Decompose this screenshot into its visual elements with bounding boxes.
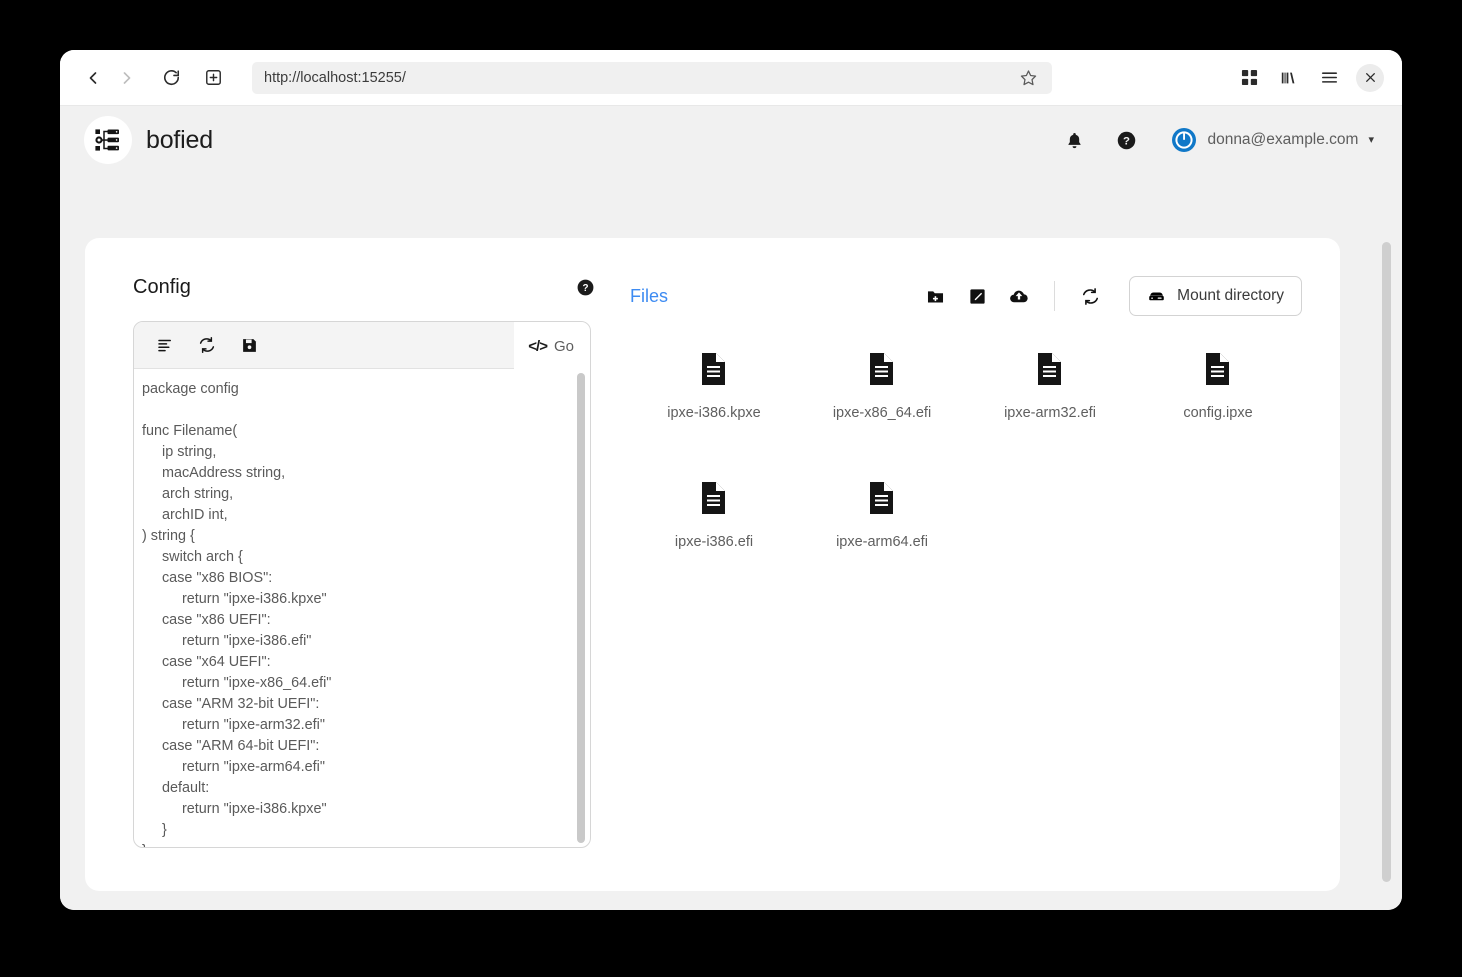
back-button[interactable]: [76, 61, 110, 95]
save-floppy-icon: [242, 338, 256, 352]
config-help-button[interactable]: ?: [576, 278, 595, 297]
browser-menu-button[interactable]: [1312, 61, 1346, 95]
file-document-icon: [870, 353, 893, 385]
avatar: [1171, 127, 1197, 153]
editor-scrollbar[interactable]: [577, 373, 585, 843]
chevron-right-icon: [123, 71, 131, 84]
refresh-config-button[interactable]: [192, 330, 222, 360]
file-name: ipxe-arm32.efi: [1004, 405, 1096, 421]
hard-drive-icon: [1149, 292, 1164, 300]
help-circle-icon: ?: [1117, 131, 1136, 149]
help-circle-icon: ?: [577, 279, 594, 296]
file-name: ipxe-x86_64.efi: [832, 405, 932, 421]
help-button[interactable]: ?: [1113, 127, 1139, 153]
url-text[interactable]: http://localhost:15255/: [264, 70, 1016, 86]
star-icon: [1020, 70, 1036, 86]
library-icon: [1281, 72, 1295, 83]
bofied-logo-icon: [95, 129, 119, 151]
new-tab-button[interactable]: [196, 61, 230, 95]
close-window-button[interactable]: [1356, 63, 1384, 92]
svg-text:?: ?: [1123, 135, 1130, 147]
address-bar[interactable]: http://localhost:15255/: [252, 61, 1052, 94]
config-editor: </> Go package config func Filename( ip …: [133, 321, 591, 848]
cloud-upload-icon: [1010, 290, 1028, 303]
refresh-files-button[interactable]: [1069, 279, 1111, 313]
file-name: config.ipxe: [1183, 405, 1253, 421]
save-config-button[interactable]: [234, 330, 264, 360]
page-title: Config: [133, 276, 191, 298]
folder-plus-icon: [927, 290, 943, 302]
file-name: ipxe-i386.kpxe: [667, 405, 761, 421]
file-document-icon: [1038, 353, 1061, 385]
bell-icon: [1068, 132, 1081, 148]
mount-directory-button[interactable]: Mount directory: [1129, 276, 1302, 316]
new-folder-button[interactable]: [914, 279, 956, 313]
language-tab-go[interactable]: </> Go: [514, 322, 590, 370]
pencil-square-icon: [970, 288, 985, 304]
chevron-down-icon[interactable]: ▾: [1368, 134, 1374, 146]
format-code-button[interactable]: [150, 330, 180, 360]
mount-directory-label: Mount directory: [1177, 287, 1284, 304]
user-menu[interactable]: donna@example.com ▾: [1171, 127, 1374, 153]
code-brackets-icon: </>: [528, 337, 548, 355]
user-avatar-icon: [1172, 128, 1197, 152]
language-tab-label: Go: [553, 337, 574, 355]
file-item[interactable]: ipxe-arm32.efi: [966, 346, 1134, 427]
notifications-button[interactable]: [1061, 127, 1087, 153]
files-panel-header: Files Mount directory: [630, 276, 1302, 316]
grid-icon: [1241, 69, 1257, 86]
extensions-button[interactable]: [1232, 61, 1266, 95]
main-content-card: Config ? </> Go package config func File…: [85, 238, 1340, 891]
file-item[interactable]: ipxe-i386.kpxe: [630, 346, 798, 427]
browser-window: http://localhost:15255/ bofied ? donna@e…: [60, 50, 1402, 910]
page-scrollbar[interactable]: [1382, 242, 1391, 882]
editor-toolbar: </> Go: [134, 322, 590, 370]
forward-button[interactable]: [110, 61, 144, 95]
config-panel: Config ? </> Go package config func File…: [85, 276, 605, 891]
brand-logo: [84, 116, 132, 164]
file-item[interactable]: ipxe-i386.efi: [630, 475, 798, 556]
file-document-icon: [702, 482, 725, 514]
file-name: ipxe-i386.efi: [674, 534, 754, 550]
upload-file-button[interactable]: [998, 279, 1040, 313]
chevron-left-icon: [89, 71, 97, 84]
file-document-icon: [1206, 353, 1229, 385]
file-name: ipxe-arm64.efi: [836, 534, 928, 550]
toolbar-divider: [1054, 281, 1056, 311]
user-email: donna@example.com: [1207, 131, 1359, 148]
app-header: bofied ? donna@example.com ▾: [60, 106, 1402, 174]
hamburger-menu-icon: [1321, 72, 1337, 83]
files-toolbar: Mount directory: [914, 276, 1302, 316]
bookmark-button[interactable]: [1016, 66, 1040, 90]
file-item[interactable]: ipxe-x86_64.efi: [798, 346, 966, 427]
new-file-button[interactable]: [956, 279, 998, 313]
breadcrumb-files[interactable]: Files: [630, 286, 668, 307]
new-tab-icon: [205, 70, 221, 85]
config-code[interactable]: package config func Filename( ip string,…: [142, 379, 590, 847]
close-icon: [1365, 73, 1375, 82]
reload-button[interactable]: [154, 61, 188, 95]
brand-name: bofied: [146, 125, 213, 154]
file-document-icon: [702, 353, 725, 385]
format-align-icon: [158, 339, 171, 352]
refresh-icon: [1082, 287, 1098, 305]
brand-home-link[interactable]: bofied: [84, 116, 213, 164]
file-grid: ipxe-i386.kpxe ipxe-x86_64.efi ipxe-arm3…: [630, 346, 1302, 556]
browser-right-controls: [1232, 61, 1386, 95]
file-document-icon: [870, 482, 893, 514]
app-header-actions: ? donna@example.com ▾: [1061, 127, 1374, 153]
files-panel: Files Mount directory ipxe-i386.kpxe ipx…: [605, 276, 1340, 891]
browser-toolbar: http://localhost:15255/: [60, 50, 1402, 106]
svg-text:?: ?: [582, 283, 588, 294]
refresh-icon: [199, 337, 215, 353]
file-item[interactable]: ipxe-arm64.efi: [798, 475, 966, 556]
file-item[interactable]: config.ipxe: [1134, 346, 1302, 427]
reload-icon: [163, 70, 179, 86]
config-panel-header: Config ?: [133, 276, 595, 299]
app-viewport: bofied ? donna@example.com ▾ Config ? </…: [60, 106, 1402, 910]
editor-body[interactable]: package config func Filename( ip string,…: [134, 369, 590, 847]
library-button[interactable]: [1272, 61, 1306, 95]
